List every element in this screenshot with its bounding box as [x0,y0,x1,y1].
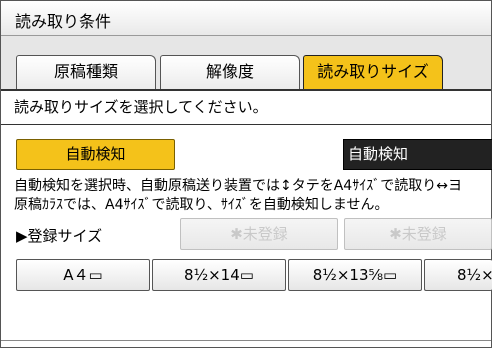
bottom-border [1,340,491,341]
tab-original-type[interactable]: 原稿種類 [16,55,156,89]
size-8half-x13-5-8-button[interactable]: 8½×13⅝▭ [288,259,422,291]
instruction-text: 読み取りサイズを選択してください。 [14,98,268,116]
divider [1,124,491,125]
size-8half-x14-button[interactable]: 8½×14▭ [152,259,286,291]
note-line-1: 自動検知を選択時、自動原稿送り装置では↕タテをA4ｻｲｽﾞで読取り↔ヨ [14,178,462,194]
selected-size-display: 自動検知 [343,139,492,170]
tab-scan-size-label: 読み取りサイズ [317,62,429,81]
tab-resolution-label: 解像度 [205,62,254,81]
dialog-title: 読み取り条件 [15,12,112,31]
size-a4-button[interactable]: A４▭ [16,259,150,291]
tab-scan-size[interactable]: 読み取りサイズ [303,55,443,90]
note-line-2: 原稿ｶﾗｽでは、A4ｻｲｽﾞで読取り、ｻｲｽﾞを自動検知しません。 [14,197,389,213]
auto-detect-button[interactable]: 自動検知 [16,139,175,170]
title-bar: 読み取り条件 [1,1,491,36]
tab-resolution[interactable]: 解像度 [160,55,300,89]
tab-original-type-label: 原稿種類 [53,62,118,81]
registered-size-button-2[interactable]: ✱未登録 [344,218,492,250]
registered-sizes-label: ▶登録サイズ [16,227,103,245]
registered-size-button-1[interactable]: ✱未登録 [180,218,338,250]
size-8half-button[interactable]: 8½× [424,259,492,291]
